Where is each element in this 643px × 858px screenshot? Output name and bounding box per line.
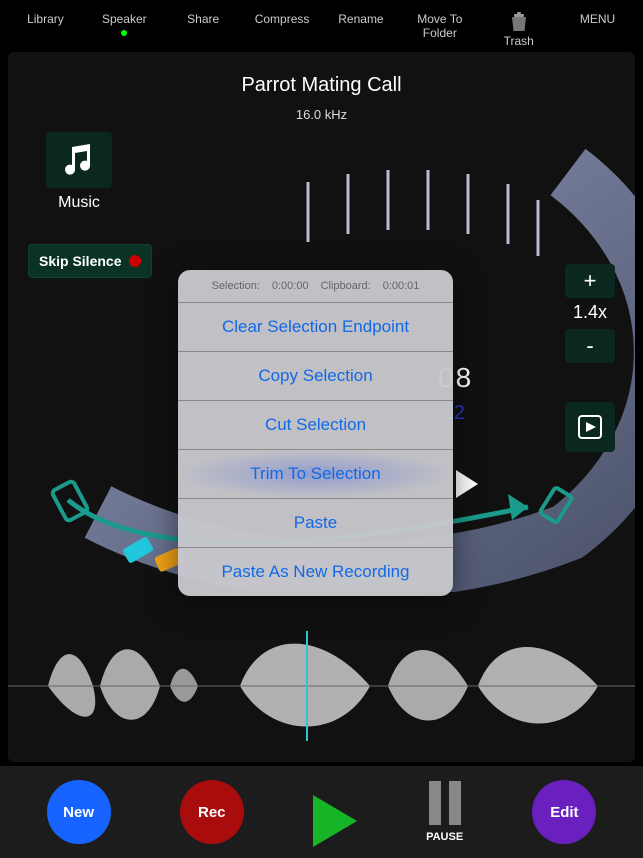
music-tile[interactable]: Music [36,132,122,212]
trash-icon [510,12,528,32]
waveform-playhead[interactable] [306,631,308,741]
selection-action-sheet: Selection: 0:00:00 Clipboard: 0:00:01 Cl… [178,270,453,596]
play-label: PLAY [318,815,351,830]
paste-item[interactable]: Paste [178,499,453,548]
speaker-label: Speaker [102,12,147,26]
clipboard-label: Clipboard: [321,280,371,292]
selection-label: Selection: [212,280,260,292]
share-button[interactable]: Share [164,8,243,30]
record-indicator-icon [129,255,141,267]
clear-selection-endpoint-item[interactable]: Clear Selection Endpoint [178,303,453,352]
waveform-strip[interactable] [8,619,635,754]
transport-bar: New Rec PLAY PAUSE Edit [0,766,643,858]
speaker-button[interactable]: Speaker [85,8,164,40]
music-label: Music [36,194,122,212]
sample-rate: 16.0 kHz [8,107,635,122]
rename-button[interactable]: Rename [322,8,401,30]
skip-silence-button[interactable]: Skip Silence [28,244,152,278]
play-button[interactable]: PLAY [313,795,357,830]
trim-to-selection-item[interactable]: Trim To Selection [178,450,453,499]
copy-selection-item[interactable]: Copy Selection [178,352,453,401]
pause-label: PAUSE [426,831,463,843]
speed-value: 1.4x [565,302,615,323]
menu-button[interactable]: MENU [558,8,637,30]
cut-selection-item[interactable]: Cut Selection [178,401,453,450]
paste-as-new-recording-item[interactable]: Paste As New Recording [178,548,453,596]
speed-panel: + 1.4x - [565,264,615,367]
clipboard-value: 0:00:01 [383,280,420,292]
record-button[interactable]: Rec [180,780,244,844]
compress-button[interactable]: Compress [243,8,322,30]
trash-label: Trash [504,34,534,48]
library-button[interactable]: Library [6,8,85,30]
waveform-icon [8,619,635,754]
pause-icon [426,781,463,825]
selection-value: 0:00:00 [272,280,309,292]
speaker-indicator-icon [121,30,127,36]
move-to-folder-button[interactable]: Move To Folder [400,8,479,45]
flag-play-icon [576,413,604,441]
trash-button[interactable]: Trash [479,8,558,52]
edit-button[interactable]: Edit [532,780,596,844]
marker-button[interactable] [565,402,615,452]
skip-silence-label: Skip Silence [39,253,121,269]
main-panel: Parrot Mating Call 16.0 kHz [8,52,635,762]
pause-button[interactable]: PAUSE [426,781,463,843]
top-menu-bar: Library Speaker Share Compress Rename Mo… [0,0,643,46]
music-icon [46,132,112,188]
playhead-marker-icon [456,470,478,498]
speed-down-button[interactable]: - [565,329,615,363]
speed-up-button[interactable]: + [565,264,615,298]
new-button[interactable]: New [47,780,111,844]
recording-title: Parrot Mating Call [8,74,635,97]
action-sheet-header: Selection: 0:00:00 Clipboard: 0:00:01 [178,270,453,303]
